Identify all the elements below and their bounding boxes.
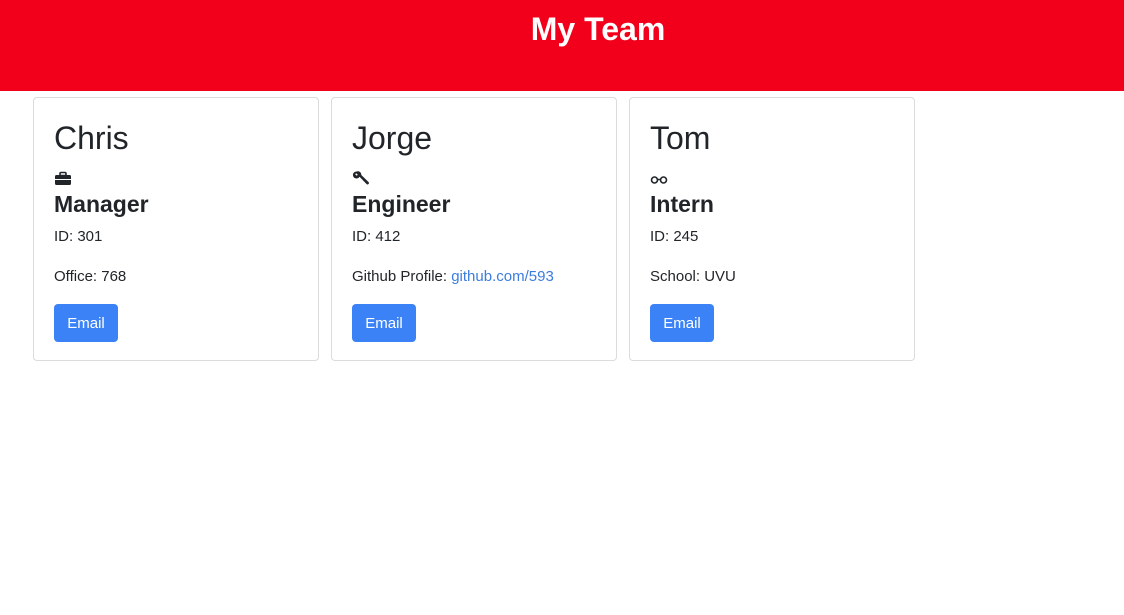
github-label: Github Profile:: [352, 268, 452, 285]
page-header: My Team: [0, 0, 1124, 91]
glasses-icon: [650, 176, 668, 184]
employee-role: Manager: [54, 191, 149, 217]
employee-role: Intern: [650, 191, 714, 217]
email-button[interactable]: Email: [352, 304, 416, 342]
github-link[interactable]: github.com/593: [451, 268, 554, 285]
wrench-icon: [352, 171, 369, 185]
employee-name: Tom: [650, 120, 711, 156]
employee-name: Jorge: [352, 120, 433, 156]
employee-card-manager: Chris Manager ID: 301 Office: 768 Email: [33, 97, 319, 361]
page-title: My Team: [530, 10, 666, 47]
employee-card-intern: Tom Intern ID: 245 School: UVU Email: [629, 97, 915, 361]
employee-id: ID: 245: [650, 228, 699, 245]
employee-github: Github Profile: github.com/593: [352, 269, 554, 284]
email-button[interactable]: Email: [650, 304, 714, 342]
email-button[interactable]: Email: [54, 304, 118, 342]
employee-id: ID: 412: [352, 228, 401, 245]
employee-name: Chris: [54, 120, 129, 156]
employee-school: School: UVU: [650, 268, 736, 285]
employee-office: Office: 768: [54, 268, 127, 285]
employee-role: Engineer: [352, 191, 451, 217]
employee-card-engineer: Jorge Engineer ID: 412 Github Profile: g…: [331, 97, 617, 361]
employee-id: ID: 301: [54, 228, 103, 245]
briefcase-icon: [55, 171, 71, 185]
